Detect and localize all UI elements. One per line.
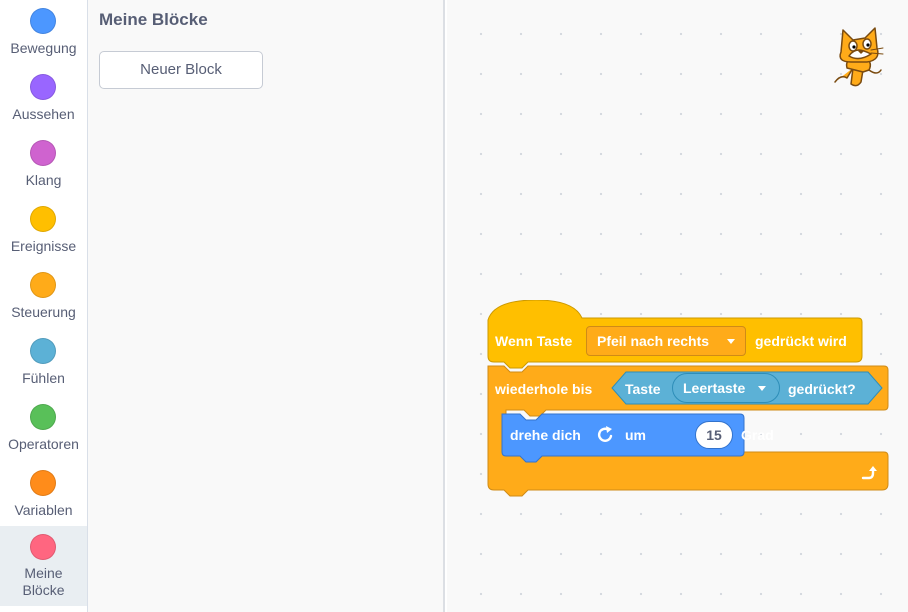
- turn-prefix-label: drehe dich: [510, 427, 581, 443]
- loop-arrow-icon: [861, 466, 877, 480]
- palette-title: Meine Blöcke: [99, 10, 208, 29]
- category-label: Ereignisse: [10, 238, 77, 254]
- variablen-color-dot: [30, 470, 56, 496]
- category-label: Fühlen: [22, 370, 65, 386]
- category-aussehen[interactable]: Aussehen: [0, 69, 87, 135]
- condition-suffix-label: gedrückt?: [788, 381, 856, 397]
- rotate-right-icon: [597, 426, 613, 442]
- category-label: Meine Blöcke: [22, 565, 65, 598]
- operatoren-color-dot: [30, 404, 56, 430]
- degrees-input[interactable]: 15: [695, 421, 733, 449]
- bewegung-color-dot: [30, 8, 56, 34]
- turn-middle-label: um: [625, 427, 646, 443]
- block-palette: Meine Blöcke Neuer Block: [88, 0, 445, 612]
- meine-bloecke-color-dot: [30, 534, 56, 560]
- repeat-until-label: wiederhole bis: [495, 381, 593, 397]
- category-label: Aussehen: [12, 106, 75, 122]
- category-meine-bloecke[interactable]: Meine Blöcke: [0, 526, 87, 606]
- condition-prefix-label: Taste: [625, 381, 661, 397]
- category-fuehlen[interactable]: Fühlen: [0, 333, 87, 399]
- category-menu: Bewegung Aussehen Klang Ereignisse Steue…: [0, 0, 88, 612]
- category-klang[interactable]: Klang: [0, 135, 87, 201]
- category-label: Variablen: [14, 502, 73, 518]
- condition-key-value: Leertaste: [683, 380, 746, 396]
- category-label: Bewegung: [10, 40, 77, 56]
- category-steuerung[interactable]: Steuerung: [0, 267, 87, 333]
- condition-key-dropdown[interactable]: Leertaste: [672, 373, 780, 403]
- klang-color-dot: [30, 140, 56, 166]
- chevron-down-icon: [758, 386, 766, 391]
- category-operatoren[interactable]: Operatoren: [0, 399, 87, 465]
- category-label: Steuerung: [11, 304, 76, 320]
- category-ereignisse[interactable]: Ereignisse: [0, 201, 87, 267]
- turn-suffix-label: Grad: [741, 427, 774, 443]
- script-stack[interactable]: Wenn Taste Pfeil nach rechts gedrückt wi…: [486, 300, 896, 500]
- fuehlen-color-dot: [30, 338, 56, 364]
- scratch-cat-icon[interactable]: [823, 22, 895, 94]
- hat-prefix-label: Wenn Taste: [495, 333, 573, 349]
- key-dropdown[interactable]: Pfeil nach rechts: [586, 326, 746, 356]
- category-variablen[interactable]: Variablen: [0, 465, 87, 531]
- category-bewegung[interactable]: Bewegung: [0, 3, 87, 69]
- category-label: Operatoren: [8, 436, 79, 452]
- hat-suffix-label: gedrückt wird: [755, 333, 847, 349]
- ereignisse-color-dot: [30, 206, 56, 232]
- key-dropdown-value: Pfeil nach rechts: [597, 333, 710, 349]
- aussehen-color-dot: [30, 74, 56, 100]
- category-label: Klang: [25, 172, 62, 188]
- code-workspace[interactable]: Wenn Taste Pfeil nach rechts gedrückt wi…: [447, 0, 908, 612]
- chevron-down-icon: [727, 339, 735, 344]
- new-block-button[interactable]: Neuer Block: [99, 51, 263, 89]
- steuerung-color-dot: [30, 272, 56, 298]
